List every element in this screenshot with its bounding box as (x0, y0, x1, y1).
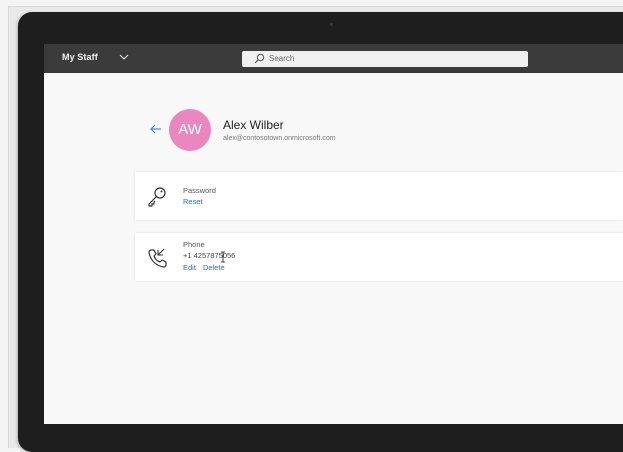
back-arrow-icon[interactable] (149, 123, 163, 135)
password-card: Password Reset (135, 172, 623, 220)
chevron-down-icon[interactable] (118, 51, 130, 63)
phone-number: +1 4257875056 (183, 251, 236, 260)
app-title[interactable]: My Staff (62, 52, 98, 62)
phone-card: Phone +1 4257875056 Edit Delete (135, 233, 623, 281)
search-placeholder: Search (269, 54, 295, 63)
password-label: Password (183, 186, 216, 195)
phone-icon (148, 248, 167, 268)
camera-dot (330, 23, 333, 26)
avatar: AW (169, 109, 211, 151)
text-cursor-icon (221, 251, 225, 263)
delete-phone-link[interactable]: Delete (203, 263, 225, 272)
user-email: alex@contosotown.onmicrosoft.com (223, 135, 336, 142)
phone-label: Phone (183, 240, 205, 249)
device-bezel-bottom (44, 424, 623, 447)
edit-phone-link[interactable]: Edit (183, 263, 196, 272)
user-name: Alex Wilber (223, 118, 284, 132)
reset-password-link[interactable]: Reset (183, 197, 203, 206)
key-icon (148, 187, 166, 207)
search-icon (254, 53, 265, 64)
search-input[interactable]: Search (242, 51, 528, 67)
app-bar: My Staff Search (44, 44, 623, 73)
app-screen: My Staff Search AW Alex Wilber alex@cont… (44, 44, 623, 424)
